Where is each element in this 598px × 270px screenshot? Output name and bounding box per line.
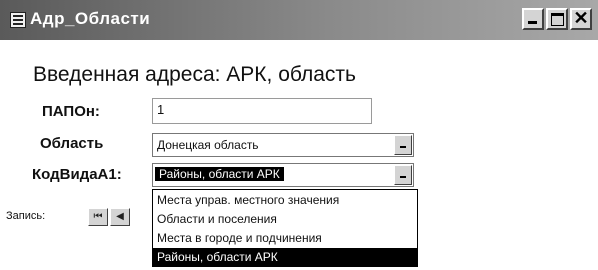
access-form-window: Адр_Области ✕ Введенная адреса: АРК, обл… xyxy=(0,0,598,270)
form-icon xyxy=(10,12,26,28)
region-combo[interactable]: Донецкая область xyxy=(152,133,414,157)
code-value: Районы, области АРК xyxy=(155,167,284,181)
chevron-down-icon[interactable] xyxy=(394,165,412,185)
close-icon: ✕ xyxy=(573,8,589,28)
first-record-button[interactable]: ⏮ xyxy=(88,208,108,226)
maximize-button[interactable] xyxy=(546,8,568,30)
minimize-button[interactable] xyxy=(522,8,544,30)
code-dropdown-list[interactable]: Места управ. местного значения Области и… xyxy=(152,189,418,267)
id-field[interactable]: 1 xyxy=(152,98,372,124)
dropdown-option[interactable]: Места в городе и подчинения xyxy=(153,229,417,248)
previous-record-icon: ◀ xyxy=(116,211,124,222)
dropdown-option[interactable]: Места управ. местного значения xyxy=(153,191,417,210)
first-record-icon: ⏮ xyxy=(93,211,103,222)
title-bar[interactable]: Адр_Области ✕ xyxy=(0,0,598,40)
region-value: Донецкая область xyxy=(157,138,259,152)
previous-record-button[interactable]: ◀ xyxy=(110,208,130,226)
window-title: Адр_Области xyxy=(30,9,151,28)
region-label: Область xyxy=(40,135,104,152)
dropdown-option-selected[interactable]: Районы, области АРК xyxy=(153,248,417,267)
code-combo[interactable]: Районы, области АРК xyxy=(152,163,414,187)
id-label: ПАПОн: xyxy=(42,103,100,120)
record-label: Запись: xyxy=(6,210,46,222)
chevron-down-icon[interactable] xyxy=(394,135,412,155)
close-button[interactable]: ✕ xyxy=(570,8,592,30)
form-heading: Введенная адреса: АРК, область xyxy=(33,63,356,86)
dropdown-option[interactable]: Области и поселения xyxy=(153,210,417,229)
code-label: КодВидаА1: xyxy=(32,166,122,183)
